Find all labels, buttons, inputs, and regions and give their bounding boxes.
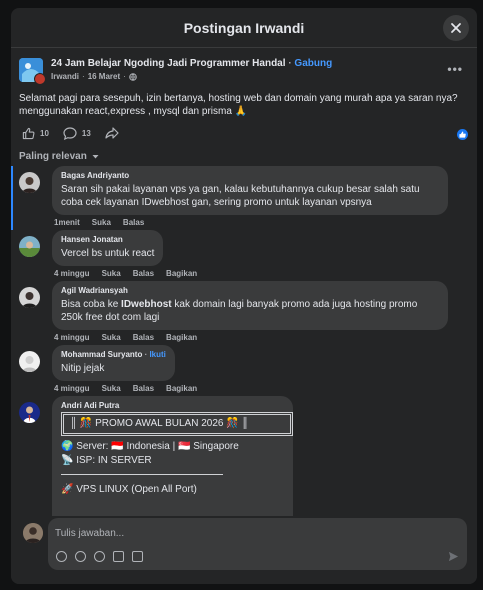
reply-composer bbox=[11, 516, 477, 584]
comment-like-link[interactable]: Suka bbox=[102, 333, 121, 345]
commenter-name[interactable]: Bagas Andriyanto bbox=[61, 171, 439, 180]
post-action-bar: 10 13 bbox=[11, 118, 477, 140]
thumbs-up-icon bbox=[459, 131, 466, 138]
promo-isp-line: 📡 ISP: IN SERVER bbox=[61, 455, 152, 466]
comment-text: Vercel bs untuk react bbox=[61, 248, 155, 259]
post-sub-meta: Irwandi · 16 Maret · bbox=[51, 72, 332, 81]
comment-bubble: Mohammad Suryanto · Ikuti Nitip jejak bbox=[52, 345, 175, 381]
author-name-link[interactable]: Irwandi bbox=[51, 72, 79, 81]
comment-share-link[interactable]: Bagikan bbox=[166, 333, 197, 345]
group-avatar[interactable] bbox=[19, 58, 46, 85]
comment-action[interactable]: 13 bbox=[63, 126, 91, 140]
sort-label: Paling relevan bbox=[19, 151, 87, 162]
sticker-icon[interactable] bbox=[132, 551, 143, 562]
commenter-name[interactable]: Agil Wadriansyah bbox=[61, 286, 439, 295]
send-icon[interactable] bbox=[448, 551, 459, 562]
comment-item: Agil Wadriansyah Bisa coba ke IDwebhost … bbox=[11, 281, 477, 345]
reply-input[interactable] bbox=[55, 528, 435, 539]
comment-time[interactable]: 4 minggu bbox=[54, 269, 90, 281]
dialog-header: Postingan Irwandi bbox=[11, 8, 477, 48]
comment-share-link[interactable]: Bagikan bbox=[166, 384, 197, 396]
promo-server-line: 🌍 Server: 🇮🇩 Indonesia | 🇸🇬 Singapore bbox=[61, 441, 239, 452]
comment-actions: 4 minggu Suka Balas Bagikan bbox=[52, 266, 197, 281]
comment-actions: 4 minggu Suka Balas Bagikan bbox=[52, 381, 197, 396]
comment-bubble: Hansen Jonatan Vercel bs untuk react bbox=[52, 230, 164, 266]
like-reaction-badge[interactable] bbox=[457, 129, 468, 140]
comment-bubble: Agil Wadriansyah Bisa coba ke IDwebhost … bbox=[52, 281, 448, 330]
emoji-icon[interactable] bbox=[75, 551, 86, 562]
caret-down-icon bbox=[92, 155, 99, 159]
like-count: 10 bbox=[40, 128, 49, 138]
comment-actions: 4 minggu Suka Balas Bagikan bbox=[52, 330, 448, 345]
promo-divider bbox=[61, 474, 223, 475]
author-mini-avatar[interactable] bbox=[34, 73, 46, 85]
comment-share-link[interactable]: Bagikan bbox=[166, 269, 197, 281]
comment-like-link[interactable]: Suka bbox=[102, 384, 121, 396]
gif-icon[interactable] bbox=[113, 551, 124, 562]
commenter-avatar[interactable] bbox=[19, 351, 40, 372]
close-icon bbox=[451, 23, 461, 33]
comment-bubble: Andri Adi Putra ║ 🎊 PROMO AWAL BULAN 202… bbox=[52, 396, 293, 516]
commenter-avatar[interactable] bbox=[19, 402, 40, 423]
commenter-name[interactable]: Andri Adi Putra bbox=[61, 401, 284, 410]
thumbs-up-icon bbox=[22, 127, 35, 139]
comment-reply-link[interactable]: Balas bbox=[133, 269, 154, 281]
promo-vps-line: 🚀 VPS LINUX (Open All Port) bbox=[61, 484, 197, 495]
comment-reply-link[interactable]: Balas bbox=[133, 333, 154, 345]
comment-count: 13 bbox=[81, 128, 91, 138]
share-arrow-icon bbox=[105, 127, 119, 139]
comment-time[interactable]: 4 minggu bbox=[54, 384, 90, 396]
comment-time[interactable]: 1menit bbox=[54, 218, 80, 230]
reply-toolbar bbox=[56, 551, 143, 562]
post-date-link[interactable]: 16 Maret bbox=[88, 72, 120, 81]
comment-text: Nitip jejak bbox=[61, 363, 105, 374]
comment-item: Hansen Jonatan Vercel bs untuk react 4 m… bbox=[11, 230, 477, 281]
audience-globe-icon bbox=[129, 72, 137, 81]
follow-link[interactable]: Ikuti bbox=[149, 350, 165, 359]
dialog-scroll-area[interactable]: 24 Jam Belajar Ngoding Jadi Programmer H… bbox=[11, 49, 477, 516]
comment-text: Bisa coba ke IDwebhost kak domain lagi b… bbox=[61, 299, 418, 323]
comment-item: Andri Adi Putra ║ 🎊 PROMO AWAL BULAN 202… bbox=[11, 396, 477, 516]
commenter-name[interactable]: Mohammad Suryanto bbox=[61, 350, 142, 359]
current-user-avatar[interactable] bbox=[23, 523, 43, 543]
comment-text: Saran sih pakai layanan vps ya gan, kala… bbox=[61, 184, 420, 208]
comment-list: Bagas Andriyanto Saran sih pakai layanan… bbox=[11, 166, 477, 516]
commenter-avatar[interactable] bbox=[19, 287, 40, 308]
post-header: 24 Jam Belajar Ngoding Jadi Programmer H… bbox=[11, 49, 477, 85]
post-dialog: Postingan Irwandi 24 Jam Belajar Ngoding… bbox=[11, 8, 477, 584]
join-group-link[interactable]: Gabung bbox=[294, 58, 332, 69]
close-button[interactable] bbox=[443, 15, 469, 41]
comment-like-link[interactable]: Suka bbox=[92, 218, 111, 230]
comment-item: Mohammad Suryanto · Ikuti Nitip jejak 4 … bbox=[11, 345, 477, 396]
commenter-avatar[interactable] bbox=[19, 236, 40, 257]
reply-box bbox=[48, 518, 467, 570]
comment-bubble-icon bbox=[63, 126, 77, 140]
avatar-sticker-icon[interactable] bbox=[56, 551, 67, 562]
commenter-name[interactable]: Hansen Jonatan bbox=[61, 235, 154, 244]
camera-icon[interactable] bbox=[94, 551, 105, 562]
comment-item: Bagas Andriyanto Saran sih pakai layanan… bbox=[11, 166, 477, 230]
comment-reply-link[interactable]: Balas bbox=[123, 218, 144, 230]
post-more-options-button[interactable]: ••• bbox=[447, 62, 463, 76]
mentioned-brand: IDwebhost bbox=[121, 299, 172, 310]
dialog-title: Postingan Irwandi bbox=[183, 19, 305, 36]
comment-like-link[interactable]: Suka bbox=[102, 269, 121, 281]
comment-bubble: Bagas Andriyanto Saran sih pakai layanan… bbox=[52, 166, 448, 215]
comment-text: ║ 🎊 PROMO AWAL BULAN 2026 🎊 ║ 🌍 Server: … bbox=[61, 412, 293, 497]
comment-reply-link[interactable]: Balas bbox=[133, 384, 154, 396]
promo-banner: ║ 🎊 PROMO AWAL BULAN 2026 🎊 ║ bbox=[61, 412, 293, 436]
group-name-link[interactable]: 24 Jam Belajar Ngoding Jadi Programmer H… bbox=[51, 58, 286, 69]
like-action[interactable]: 10 bbox=[22, 127, 49, 140]
comment-time[interactable]: 4 minggu bbox=[54, 333, 90, 345]
comment-sort-dropdown[interactable]: Paling relevan bbox=[11, 140, 477, 162]
share-action[interactable] bbox=[105, 127, 119, 139]
comment-actions: 1menit Suka Balas bbox=[52, 215, 448, 230]
post-body-text: Selamat pagi para sesepuh, izin bertanya… bbox=[19, 93, 458, 117]
commenter-avatar[interactable] bbox=[19, 172, 40, 193]
